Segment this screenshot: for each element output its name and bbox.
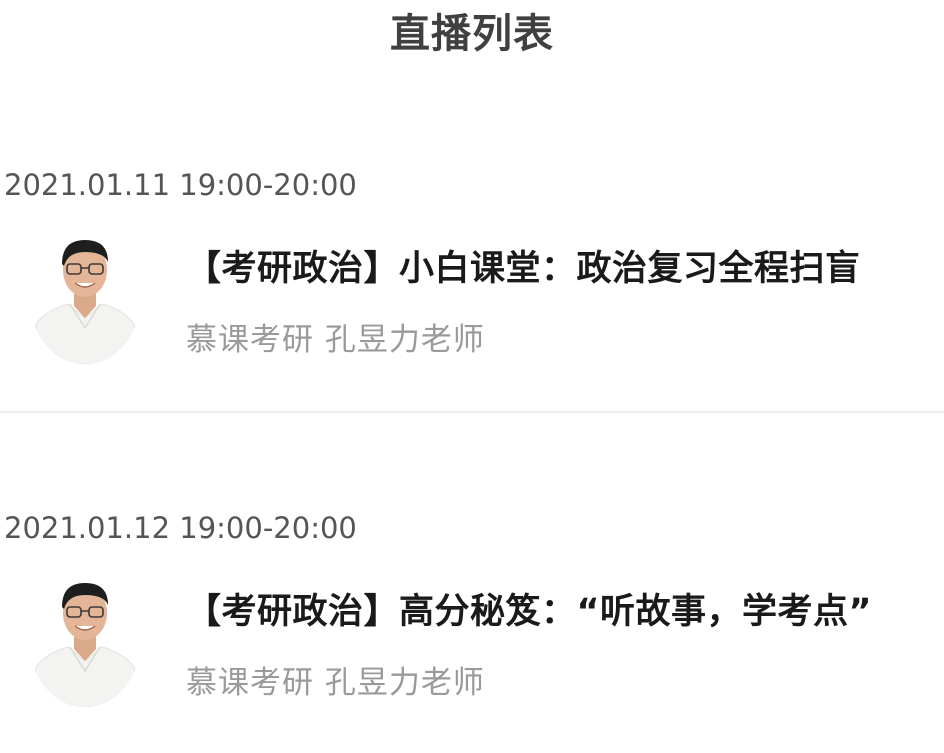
divider <box>0 411 944 413</box>
teacher-avatar-icon <box>26 232 144 364</box>
live-teacher: 慕课考研 孔昱力老师 <box>186 322 485 358</box>
live-teacher: 慕课考研 孔昱力老师 <box>186 665 485 701</box>
live-time: 2021.01.11 19:00-20:00 <box>4 168 357 202</box>
page-title: 直播列表 <box>390 11 554 57</box>
live-title[interactable]: 【考研政治】小白课堂：政治复习全程扫盲 <box>186 240 861 291</box>
live-time: 2021.01.12 19:00-20:00 <box>4 511 357 545</box>
live-title[interactable]: 【考研政治】高分秘笈：“听故事，学考点” <box>186 583 872 634</box>
live-list-item[interactable]: 2021.01.12 19:00-20:00 【考研政治】高分秘笈：“听故事，学… <box>0 503 944 753</box>
teacher-avatar-icon <box>26 575 144 707</box>
live-list-item[interactable]: 2021.01.11 19:00-20:00 【考研政治】小白课堂：政治复习全程… <box>0 160 944 410</box>
